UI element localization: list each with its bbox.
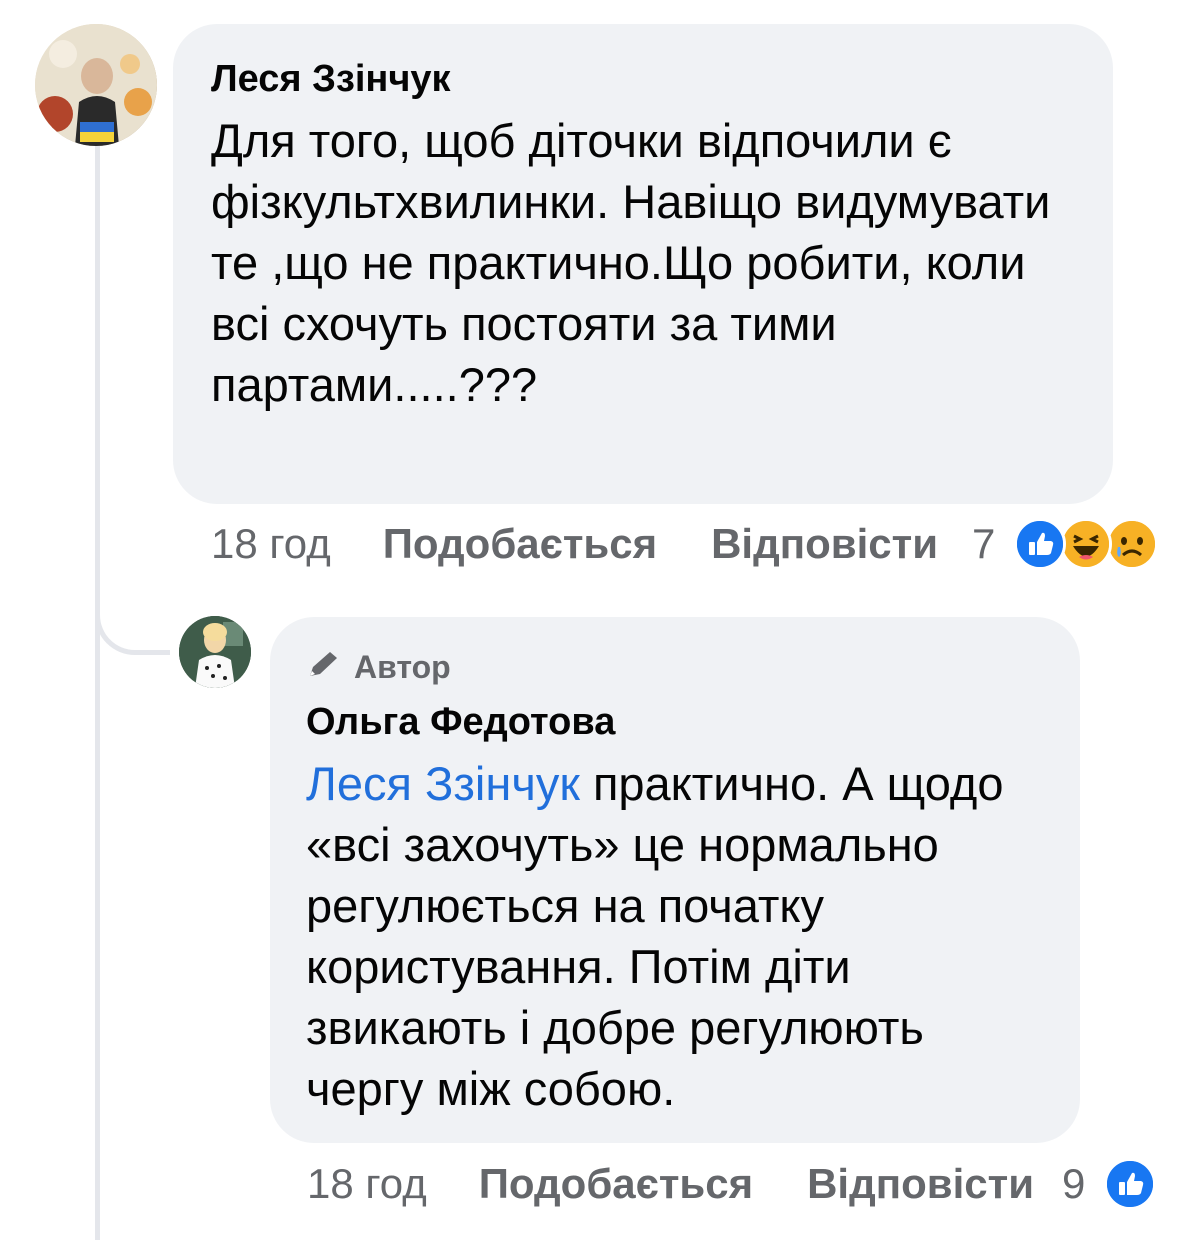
like-button[interactable]: Подобається (479, 1160, 753, 1208)
comment-actions: 18 год Подобається Відповісти (307, 1160, 1088, 1208)
comment-body: практично. А щодо «всі захочуть» це норм… (306, 757, 1004, 1115)
like-icon[interactable] (1104, 1158, 1156, 1210)
comment-text: Для того, щоб діточки відпочили є фізкул… (211, 114, 1051, 411)
reaction-count[interactable]: 9 (1062, 1160, 1085, 1208)
haha-icon[interactable] (1060, 518, 1112, 570)
pencil-icon (306, 645, 342, 689)
comment-time[interactable]: 18 год (211, 520, 331, 568)
like-button[interactable]: Подобається (383, 520, 657, 568)
avatar-photo (35, 24, 157, 146)
author-badge-label: Автор (354, 649, 451, 685)
comment-bubble: Автор Ольга Федотова Леся Ззінчук практи… (270, 617, 1080, 1143)
comment-actions: 18 год Подобається Відповісти (211, 520, 992, 568)
comment-bubble: Леся Ззінчук Для того, щоб діточки відпо… (173, 24, 1113, 504)
comment-author[interactable]: Леся Ззінчук (211, 54, 1077, 104)
reply-button[interactable]: Відповісти (711, 520, 938, 568)
avatar[interactable] (35, 24, 157, 146)
mention-link[interactable]: Леся Ззінчук (306, 757, 580, 810)
avatar-photo (179, 616, 251, 688)
like-icon[interactable] (1014, 518, 1066, 570)
reply-button[interactable]: Відповісти (807, 1160, 1034, 1208)
comment-text: Леся Ззінчук практично. А щодо «всі захо… (306, 753, 1044, 1119)
reply-connector (95, 560, 170, 655)
avatar[interactable] (179, 616, 251, 688)
comment-time[interactable]: 18 год (307, 1160, 427, 1208)
reaction-count[interactable]: 7 (972, 520, 995, 568)
author-badge: Автор (306, 645, 1044, 689)
thread-line (95, 130, 100, 1240)
comment-author[interactable]: Ольга Федотова (306, 697, 1044, 747)
sad-icon[interactable] (1106, 518, 1158, 570)
